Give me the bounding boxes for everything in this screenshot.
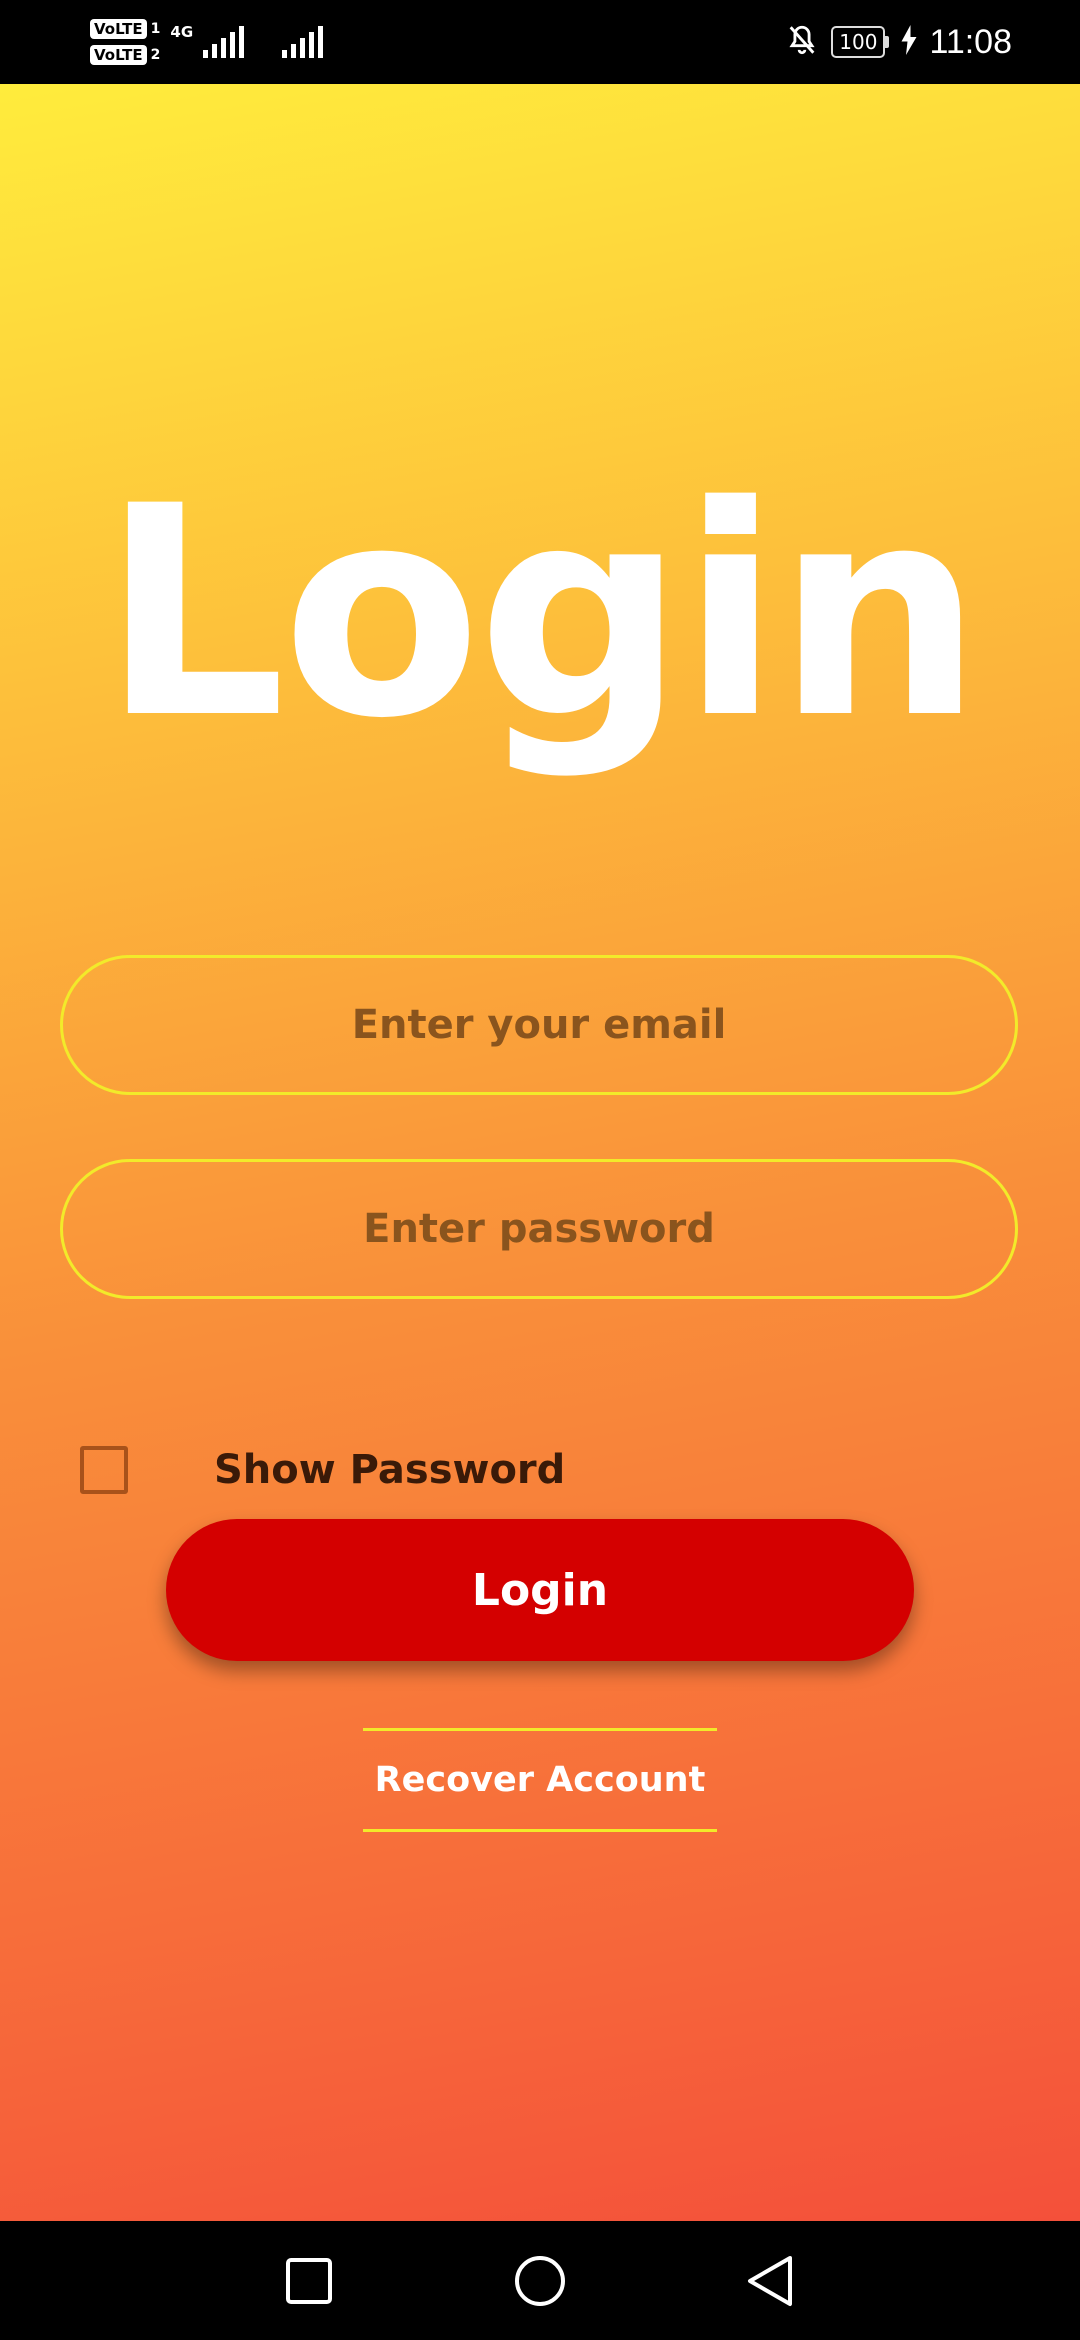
- volte-indicators: VoLTE 1 VoLTE 2: [90, 19, 160, 65]
- back-icon: [748, 2255, 792, 2306]
- clock: 11:08: [929, 22, 1012, 61]
- page-title: Login: [101, 445, 982, 782]
- navigation-bar: [0, 2221, 1080, 2340]
- show-password-checkbox[interactable]: [80, 1446, 128, 1494]
- email-field[interactable]: [63, 957, 1015, 1093]
- home-icon: [515, 2255, 565, 2306]
- mute-notification-icon: [785, 23, 819, 61]
- back-button[interactable]: [710, 2221, 830, 2340]
- home-button[interactable]: [480, 2221, 600, 2340]
- charging-icon: [901, 25, 917, 59]
- battery-icon: 100: [831, 26, 890, 58]
- login-form-area: Login Show Password Login Recover Accoun…: [0, 84, 1080, 2221]
- login-button[interactable]: Login: [166, 1519, 914, 1661]
- battery-level: 100: [831, 26, 886, 58]
- sim1-volte: VoLTE 1: [90, 19, 160, 39]
- network-type: 4G: [170, 23, 194, 41]
- volte-badge: VoLTE: [90, 45, 147, 65]
- show-password-row: Show Password: [80, 1443, 565, 1497]
- email-field-wrapper: [60, 955, 1018, 1095]
- signal-icon: [203, 26, 245, 58]
- password-field-wrapper: [60, 1159, 1018, 1299]
- show-password-label[interactable]: Show Password: [214, 1447, 565, 1493]
- sim-number: 1: [150, 21, 161, 37]
- recover-account-link[interactable]: Recover Account: [363, 1728, 717, 1832]
- status-left: VoLTE 1 VoLTE 2 4G: [90, 14, 324, 70]
- status-right: 100 11:08: [785, 14, 1012, 70]
- recent-apps-button[interactable]: [249, 2221, 369, 2340]
- recent-apps-icon: [286, 2257, 332, 2304]
- volte-badge: VoLTE: [90, 19, 147, 39]
- password-field[interactable]: [63, 1161, 1015, 1297]
- login-screen: VoLTE 1 VoLTE 2 4G 100 11:08 Login Enter…: [0, 0, 1080, 2340]
- signal-icon: [282, 26, 324, 58]
- sim-number: 2: [150, 47, 161, 63]
- sim2-volte: VoLTE 2: [90, 45, 160, 65]
- status-bar: VoLTE 1 VoLTE 2 4G 100 11:08: [0, 0, 1080, 84]
